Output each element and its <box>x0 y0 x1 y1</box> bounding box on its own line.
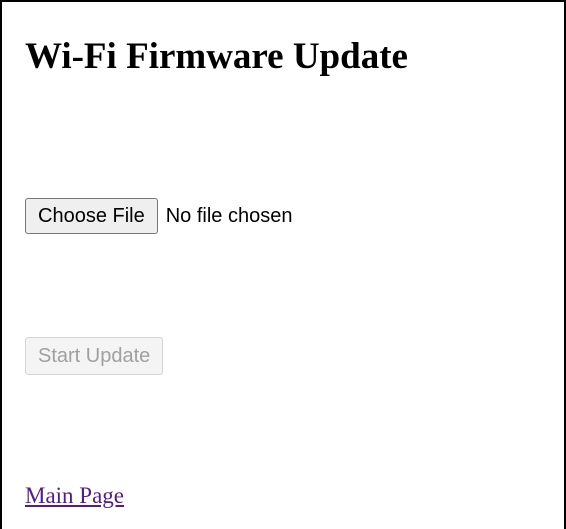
page-title: Wi-Fi Firmware Update <box>25 36 408 77</box>
page-frame: Wi-Fi Firmware Update Choose File No fil… <box>0 0 566 529</box>
main-page-link[interactable]: Main Page <box>25 481 124 511</box>
choose-file-button[interactable]: Choose File <box>25 198 158 234</box>
file-status-text: No file chosen <box>165 204 293 227</box>
start-update-button[interactable]: Start Update <box>25 337 164 375</box>
file-input-row: Choose File No file chosen <box>25 198 292 234</box>
